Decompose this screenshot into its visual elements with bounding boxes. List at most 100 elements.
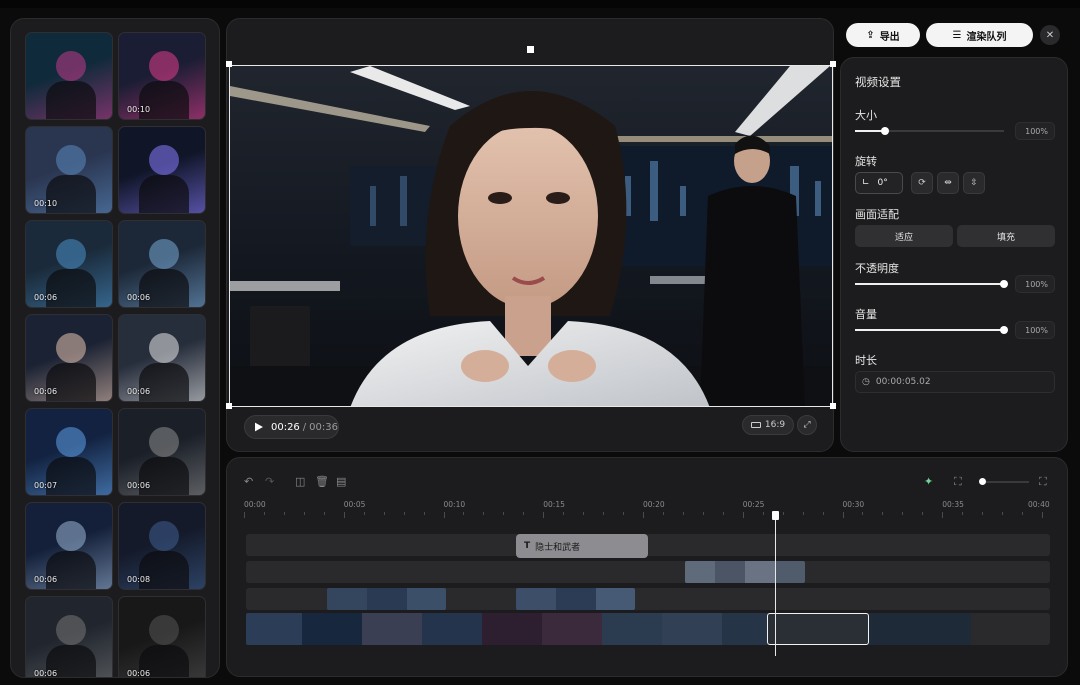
export-button[interactable]: ⇪ 导出 <box>846 23 920 47</box>
text-clip[interactable]: T 隐士和武者 <box>516 534 648 558</box>
rotation-input[interactable]: ∟ 0° <box>855 172 903 194</box>
video-preview[interactable] <box>229 65 833 407</box>
ruler-tick <box>702 512 704 515</box>
fit-option-fill[interactable]: 填充 <box>957 225 1055 247</box>
frame-corner-br[interactable] <box>830 403 836 409</box>
media-thumb[interactable] <box>118 126 206 214</box>
overlay-clip[interactable] <box>685 561 805 583</box>
media-thumb[interactable]: 00:06 <box>25 220 113 308</box>
delete-icon[interactable]: 🗑 <box>315 475 329 488</box>
volume-value[interactable]: 100% <box>1015 321 1055 339</box>
ruler-tick <box>503 512 505 515</box>
volume-label: 音量 <box>855 308 877 321</box>
fullscreen-button[interactable]: ⤢ <box>797 415 817 435</box>
ruler-tick <box>463 512 465 515</box>
ruler-tick <box>303 512 305 515</box>
opacity-slider-knob[interactable] <box>1000 280 1008 288</box>
fit-option-contain[interactable]: 适应 <box>855 225 953 247</box>
video-frame-image <box>230 66 832 406</box>
text-track[interactable] <box>246 534 1050 556</box>
thumb-duration: 00:06 <box>127 293 151 302</box>
duration-input[interactable]: ◷ 00:00:05.02 <box>855 371 1055 393</box>
media-thumb[interactable]: 00:06 <box>118 220 206 308</box>
frame-corner-bl[interactable] <box>226 403 232 409</box>
playback-control[interactable]: 00:26 / 00:36 <box>244 415 339 439</box>
magic-icon[interactable]: ✦ <box>924 475 933 488</box>
zoom-fit-icon[interactable]: ⛶ <box>1039 475 1047 489</box>
thumb-body <box>139 551 189 589</box>
thumb-duration: 00:06 <box>127 481 151 490</box>
thumb-duration: 00:06 <box>34 669 58 678</box>
broll-clip-2[interactable] <box>516 588 635 610</box>
playhead-line[interactable] <box>775 513 776 656</box>
zoom-slider[interactable] <box>981 481 1029 483</box>
thumb-body <box>46 175 96 213</box>
render-queue-button[interactable]: ☰ 渲染队列 <box>926 23 1033 47</box>
ruler-label: 00:25 <box>742 500 765 509</box>
media-thumb[interactable]: 00:10 <box>118 32 206 120</box>
media-thumb[interactable]: 00:06 <box>118 596 206 677</box>
media-thumb[interactable]: 00:06 <box>25 596 113 678</box>
undo-icon[interactable]: ↶ <box>244 475 253 488</box>
thumb-body <box>139 457 189 495</box>
ruler-tick <box>643 512 644 518</box>
volume-slider[interactable] <box>855 326 1008 334</box>
split-icon[interactable]: ◫ <box>295 475 305 488</box>
media-thumb[interactable]: 00:06 <box>118 314 206 402</box>
thumb-figure <box>149 427 179 457</box>
share-export-icon: ⇪ <box>866 29 875 41</box>
aspect-ratio-icon <box>750 422 761 428</box>
flip-vertical-button[interactable]: ⇳ <box>963 172 985 194</box>
frame-corner-tl[interactable] <box>226 61 232 67</box>
media-thumb[interactable]: 00:06 <box>25 502 113 590</box>
size-slider-knob[interactable] <box>880 127 889 135</box>
flip-horizontal-button[interactable]: ⇹ <box>937 172 959 194</box>
opacity-value[interactable]: 100% <box>1015 275 1055 293</box>
thumb-duration: 00:06 <box>34 575 58 584</box>
fit-timeline-icon[interactable]: ⛶ <box>954 475 962 489</box>
media-thumb[interactable]: 00:07 <box>25 408 113 496</box>
media-thumb[interactable] <box>25 32 113 120</box>
zoom-slider-knob[interactable] <box>979 478 986 485</box>
ruler-tick <box>762 512 764 515</box>
thumb-body <box>139 81 189 119</box>
redo-icon[interactable]: ↷ <box>265 475 274 488</box>
close-button[interactable]: ✕ <box>1040 25 1060 45</box>
flip-vertical-icon: ⇳ <box>970 178 978 188</box>
ruler-label: 00:20 <box>643 500 665 509</box>
thumb-figure <box>56 51 86 81</box>
aspect-ratio-button[interactable]: 16:9 <box>742 415 794 435</box>
ruler-tick <box>1022 512 1024 515</box>
thumb-body <box>46 457 96 495</box>
thumb-body <box>139 269 189 307</box>
size-slider[interactable] <box>855 127 1004 135</box>
playhead-handle[interactable] <box>772 511 779 520</box>
video-settings-panel: 视频设置 大小 100% 旋转 ∟ 0° ⟳ ⇹ ⇳ 画面适配 适应 填充 不透… <box>840 57 1068 452</box>
fit-label: 画面适配 <box>855 208 899 221</box>
ruler-tick <box>942 512 944 518</box>
ruler-label: 00:00 <box>244 500 266 509</box>
broll-clip-1[interactable] <box>327 588 446 610</box>
media-thumb[interactable]: 00:06 <box>118 408 206 496</box>
volume-slider-knob[interactable] <box>1000 326 1008 334</box>
time-separator: / <box>302 421 307 433</box>
media-thumb[interactable]: 00:10 <box>25 126 113 214</box>
opacity-slider[interactable] <box>855 280 1008 288</box>
ruler-tick <box>323 512 325 515</box>
overlay-track-1[interactable] <box>246 561 1050 583</box>
ruler-tick <box>802 512 804 515</box>
media-thumb[interactable]: 00:08 <box>118 502 206 590</box>
top-status-strip <box>0 0 1080 8</box>
top-center-handle[interactable] <box>527 46 534 53</box>
media-thumb[interactable]: 00:06 <box>25 314 113 402</box>
queue-list-icon: ☰ <box>952 29 962 41</box>
duplicate-icon[interactable]: ▤ <box>336 475 346 488</box>
rotate-button[interactable]: ⟳ <box>911 172 933 194</box>
duration-value: 00:00:05.02 <box>875 377 931 387</box>
total-time: 00:36 <box>309 421 338 433</box>
size-value[interactable]: 100% <box>1015 122 1055 140</box>
frame-corner-tr[interactable] <box>830 61 836 67</box>
selected-clip-outline[interactable] <box>767 613 869 645</box>
rotation-label: 旋转 <box>855 155 877 168</box>
play-icon[interactable] <box>255 422 263 432</box>
